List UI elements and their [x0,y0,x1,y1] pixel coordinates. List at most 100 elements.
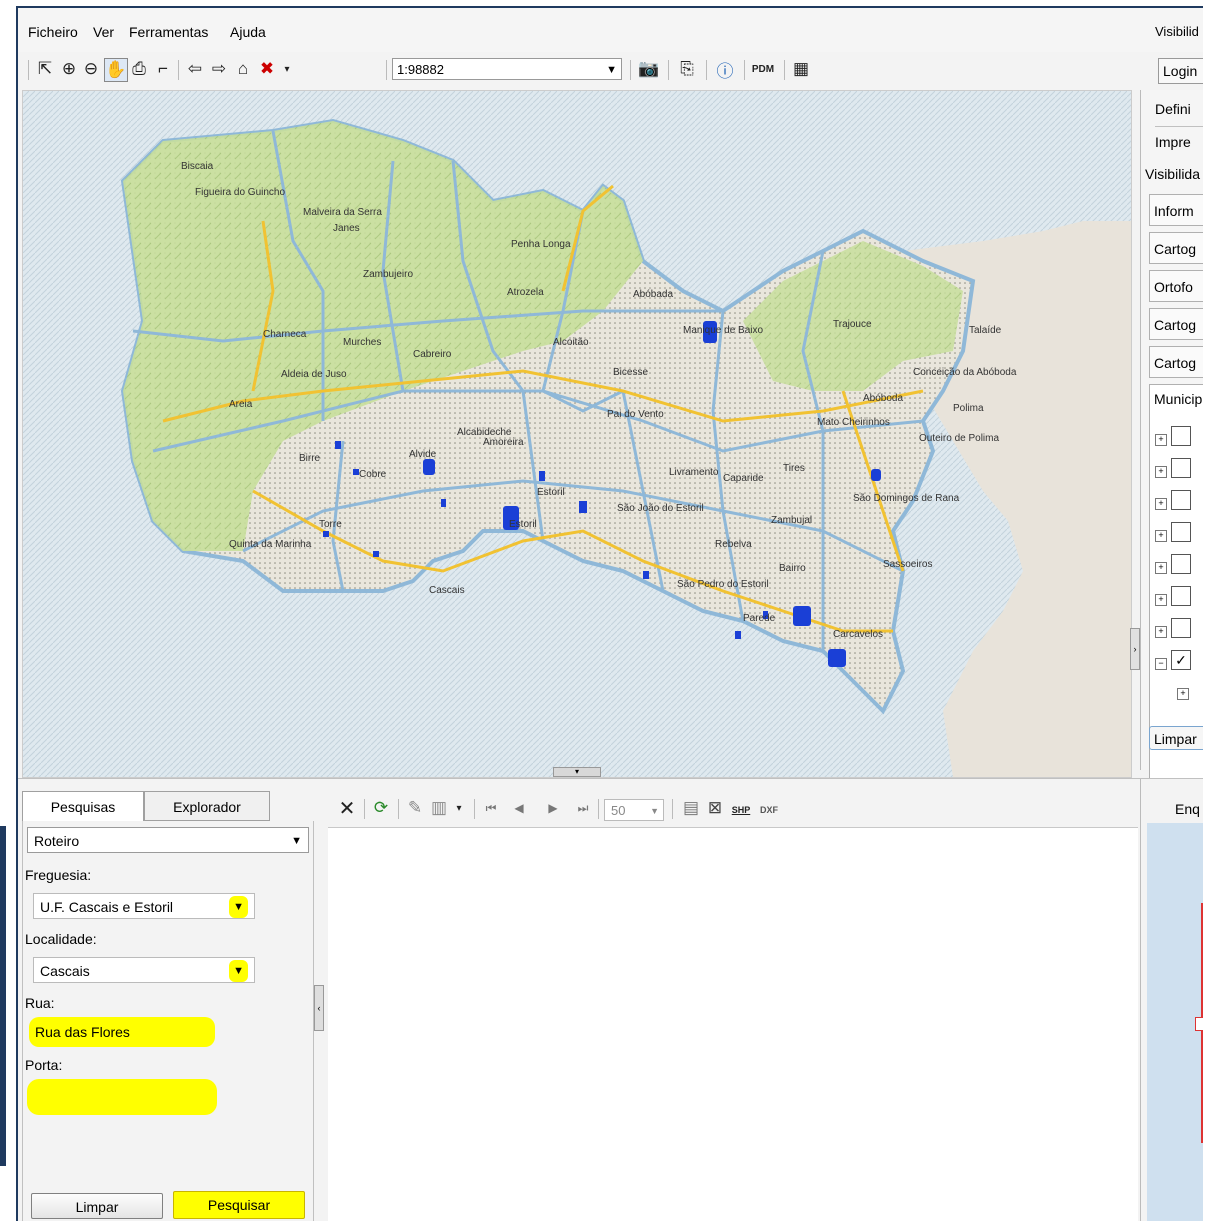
collapse-icon[interactable]: − [1155,658,1167,670]
layer-checkbox[interactable] [1171,586,1191,606]
close-icon[interactable]: ✕ [336,797,358,820]
freguesia-label: Freguesia: [25,867,92,883]
table-window-icon[interactable]: ▦ [790,58,812,80]
layer-item[interactable]: Inform [1149,194,1203,226]
layer-item[interactable]: Cartog [1149,232,1203,264]
menu-ajuda[interactable]: Ajuda [230,24,266,40]
export-dxf-icon[interactable]: DXF [756,799,782,821]
clear-button[interactable]: Limpar [31,1193,163,1219]
search-panel: Roteiro ▼ Freguesia: U.F. Cascais e Esto… [22,821,314,1221]
camera-icon[interactable]: 📷 [638,58,660,80]
place-label: Pai do Vento [607,409,664,420]
results-grid[interactable] [328,827,1138,1221]
freguesia-select[interactable]: U.F. Cascais e Estoril ▼ [33,893,255,919]
place-label: Caparide [723,473,764,484]
place-label: Charneca [263,329,307,340]
menu-ferramentas[interactable]: Ferramentas [129,24,208,40]
collapse-right-handle[interactable]: › [1130,628,1140,670]
first-page-icon[interactable]: ⏮ [480,797,502,819]
map-view[interactable]: Biscaia Figueira do Guincho Malveira da … [22,90,1132,778]
help-icon[interactable]: ⓘ [714,58,736,81]
layer-item[interactable]: Ortofo [1149,270,1203,302]
measure-icon[interactable]: ⌐ [152,58,174,80]
menu-bar: Ficheiro Ver Ferramentas Ajuda Visibilid [18,8,1203,52]
place-label: Conceição da Abóboda [913,367,1017,378]
expand-icon[interactable]: + [1155,626,1167,638]
expand-icon[interactable]: + [1155,562,1167,574]
last-page-icon[interactable]: ⏭ [572,797,594,819]
print-icon[interactable]: ⎙ [128,58,150,80]
forward-arrow-icon[interactable]: ⇨ [208,58,230,80]
layer-checkbox[interactable] [1171,426,1191,446]
place-label: Estoril [537,487,565,498]
expand-icon[interactable]: + [1155,498,1167,510]
chevron-down-icon: ▼ [291,835,302,847]
expand-icon[interactable]: + [1155,594,1167,606]
layer-item[interactable]: Cartog [1149,308,1203,340]
page-size-select[interactable]: 50 ▼ [604,799,664,821]
tab-pesquisas[interactable]: Pesquisas [22,791,144,821]
rua-input[interactable]: Rua das Flores [29,1017,215,1047]
layer-item[interactable]: Cartog [1149,346,1203,378]
search-mode-select[interactable]: Roteiro ▼ [27,827,309,853]
collapse-left-handle[interactable]: ‹ [314,985,324,1031]
place-label: Abóboda [863,393,903,404]
place-label: Birre [299,453,321,464]
expand-icon[interactable]: + [1155,466,1167,478]
edit-icon[interactable]: ✎ [404,797,426,819]
export-word-icon[interactable]: ▤ [680,797,702,819]
next-page-icon[interactable]: ▶ [542,797,564,819]
porta-input[interactable] [27,1079,217,1115]
overview-map[interactable] [1147,823,1203,1221]
scale-select[interactable]: 1:98882 ▼ [392,58,622,80]
chevron-down-icon: ▼ [229,960,248,982]
clear-layers-button[interactable]: Limpar [1149,726,1203,750]
layer-checkbox[interactable] [1171,490,1191,510]
overview-tab[interactable]: Enq [1175,801,1200,817]
prev-page-icon[interactable]: ◀ [508,797,530,819]
login-button[interactable]: Login [1158,58,1203,84]
chart-icon[interactable]: ▥ [428,797,450,819]
chevron-down-icon[interactable]: ▾ [448,797,470,819]
chevron-down-icon: ▼ [229,896,248,918]
expand-icon[interactable]: + [1155,434,1167,446]
place-label: Cabreiro [413,349,452,360]
chevron-down-icon[interactable]: ▾ [276,58,298,80]
menu-ver[interactable]: Ver [93,24,114,40]
search-button[interactable]: Pesquisar [173,1191,305,1219]
export-shp-icon[interactable]: SHP [728,799,754,821]
expand-icon[interactable]: + [1177,688,1189,700]
expand-icon[interactable]: + [1155,530,1167,542]
menu-ficheiro[interactable]: Ficheiro [28,24,78,40]
zoom-in-icon[interactable]: ⊕ [58,58,80,80]
layer-checkbox[interactable] [1171,618,1191,638]
place-label: Estoril [509,519,537,530]
export-excel-icon[interactable]: ⊠ [704,797,726,819]
overview-extent-handle[interactable] [1195,1017,1203,1031]
print-tab[interactable]: Impre [1155,126,1203,157]
definitions-tab[interactable]: Defini [1155,94,1203,124]
checkmark-icon[interactable]: ✓ [1171,650,1191,670]
place-label: Cobre [359,469,387,480]
layer-checkbox[interactable] [1171,522,1191,542]
scale-value: 1:98882 [397,62,444,77]
refresh-icon[interactable]: ⟳ [370,797,392,819]
map-canvas[interactable]: Biscaia Figueira do Guincho Malveira da … [23,91,1131,777]
pan-hand-icon[interactable]: ✋ [104,58,128,82]
layer-checkbox[interactable] [1171,458,1191,478]
clear-selection-icon[interactable]: ✖ [256,58,278,80]
visibility-heading: Visibilida [1145,166,1200,182]
collapse-bottom-handle[interactable]: ▾ [553,767,601,777]
back-arrow-icon[interactable]: ⇦ [184,58,206,80]
zoom-out-icon[interactable]: ⊖ [80,58,102,80]
layer-checkbox[interactable] [1171,554,1191,574]
right-panel: Defini Impre Visibilida Inform Cartog Or… [1140,90,1203,844]
home-icon[interactable]: ⌂ [232,58,254,80]
select-arrow-icon[interactable]: ⇱ [34,58,56,80]
localidade-select[interactable]: Cascais ▼ [33,957,255,983]
tab-explorador[interactable]: Explorador [144,791,270,821]
pdm-icon[interactable]: PDM [748,58,778,80]
rua-label: Rua: [25,995,55,1011]
place-label: Tires [783,463,805,474]
copy-icon[interactable]: ⎘ [676,58,698,80]
